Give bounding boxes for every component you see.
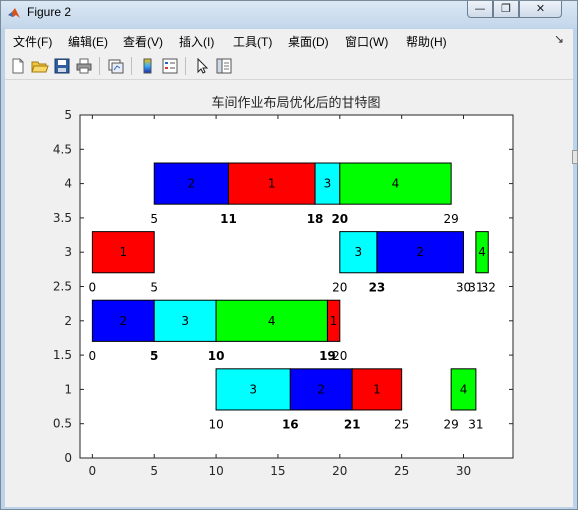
chart-title: 车间作业布局优化后的甘特图 xyxy=(211,95,380,111)
y-tick-label: 3.5 xyxy=(53,211,72,225)
task-bar-label: 4 xyxy=(478,245,486,259)
window-client-area: 文件(F) 编辑(E) 查看(V) 插入(I) 工具(T) 桌面(D) 窗口(W… xyxy=(5,29,573,507)
task-bar-label: 1 xyxy=(373,382,381,396)
time-label: 0 xyxy=(89,349,97,363)
task-bar-label: 2 xyxy=(119,314,127,328)
save-icon[interactable] xyxy=(53,57,71,75)
task-bar-label: 3 xyxy=(249,382,257,396)
pointer-icon[interactable] xyxy=(193,57,211,75)
print-icon[interactable] xyxy=(75,57,93,75)
time-label: 5 xyxy=(150,349,158,363)
y-tick-label: 0.5 xyxy=(53,417,72,431)
time-label: 5 xyxy=(150,212,158,226)
task-bar-label: 1 xyxy=(330,314,338,328)
window-title: Figure 2 xyxy=(27,5,72,19)
y-tick-label: 4.5 xyxy=(53,142,72,156)
x-tick-label: 10 xyxy=(208,464,223,478)
x-tick-label: 20 xyxy=(332,464,347,478)
y-tick-label: 3 xyxy=(64,245,72,259)
time-label: 20 xyxy=(332,281,347,295)
task-bar-label: 2 xyxy=(188,177,196,191)
task-bar-label: 4 xyxy=(392,177,400,191)
right-edge-scroll-handle[interactable] xyxy=(572,150,578,164)
menu-bar: 文件(F) 编辑(E) 查看(V) 插入(I) 工具(T) 桌面(D) 窗口(W… xyxy=(5,29,573,51)
menu-window[interactable]: 窗口(W) xyxy=(345,33,388,50)
close-button[interactable]: ✕ xyxy=(519,1,562,18)
time-label: 18 xyxy=(307,212,324,226)
colorbar-icon[interactable] xyxy=(139,57,157,75)
y-tick-label: 5 xyxy=(64,108,72,122)
menu-tools[interactable]: 工具(T) xyxy=(233,33,272,50)
y-tick-label: 1 xyxy=(64,382,72,396)
time-label: 20 xyxy=(331,212,348,226)
time-label: 10 xyxy=(208,349,225,363)
time-label: 32 xyxy=(481,281,496,295)
task-bar-label: 3 xyxy=(181,314,189,328)
task-bar-label: 1 xyxy=(268,177,276,191)
menubar-overflow-arrow-icon[interactable]: ↘ xyxy=(554,32,564,46)
maximize-button[interactable]: ❐ xyxy=(493,1,519,18)
x-tick-label: 25 xyxy=(394,464,409,478)
toolbar-separator xyxy=(131,57,132,75)
gantt-chart: 车间作业布局优化后的甘特图 00.511.522.533.544.55 0 5 10… xyxy=(53,95,514,478)
time-label: 25 xyxy=(394,418,409,432)
menu-desktop[interactable]: 桌面(D) xyxy=(288,33,329,50)
x-tick-label: 5 xyxy=(150,464,158,478)
menu-edit[interactable]: 编辑(E) xyxy=(68,33,108,50)
y-tick-label: 4 xyxy=(64,177,72,191)
time-label: 29 xyxy=(444,418,459,432)
task-bar-label: 1 xyxy=(119,245,127,259)
task-bar-label: 2 xyxy=(416,245,424,259)
y-tick-label: 1.5 xyxy=(53,348,72,362)
menu-help[interactable]: 帮助(H) xyxy=(406,33,447,50)
x-tick-label: 0 xyxy=(89,464,97,478)
figure-canvas: 车间作业布局优化后的甘特图 0 0.5 1 1.5 2 2.5 3 3.5 4 4.5 5 0 5 10… xyxy=(5,81,573,505)
title-bar[interactable]: Figure 2 — ❐ ✕ xyxy=(1,1,577,28)
legend-icon[interactable] xyxy=(161,57,179,75)
task-bar-label: 3 xyxy=(324,177,332,191)
toolbar-separator xyxy=(99,57,100,75)
time-label: 20 xyxy=(332,349,347,363)
task-bar-label: 4 xyxy=(460,382,468,396)
time-label: 29 xyxy=(444,212,459,226)
link-plot-icon[interactable] xyxy=(107,57,125,75)
figure-toolbar xyxy=(5,53,573,80)
task-bar-label: 4 xyxy=(268,314,276,328)
task-bar-label: 2 xyxy=(317,382,325,396)
time-label: 23 xyxy=(369,281,386,295)
matlab-logo-icon xyxy=(8,8,20,18)
new-figure-icon[interactable] xyxy=(9,57,27,75)
open-file-icon[interactable] xyxy=(31,57,49,75)
property-editor-icon[interactable] xyxy=(215,57,233,75)
x-tick-label: 15 xyxy=(270,464,285,478)
time-label: 10 xyxy=(208,418,223,432)
figure-window: Figure 2 — ❐ ✕ 文件(F) 编辑(E) 查看(V) 插入(I) 工… xyxy=(0,0,578,510)
time-label: 11 xyxy=(220,212,237,226)
task-bar-label: 3 xyxy=(355,245,363,259)
menu-view[interactable]: 查看(V) xyxy=(123,33,163,50)
y-tick-label: 2.5 xyxy=(53,280,72,294)
y-tick-label: 2 xyxy=(64,314,72,328)
x-tick-label: 30 xyxy=(456,464,471,478)
time-label: 31 xyxy=(468,418,483,432)
toolbar-separator xyxy=(185,57,186,75)
time-label: 5 xyxy=(150,281,158,295)
time-label: 16 xyxy=(282,418,299,432)
menu-insert[interactable]: 插入(I) xyxy=(179,33,214,50)
menu-file[interactable]: 文件(F) xyxy=(13,33,52,50)
minimize-button[interactable]: — xyxy=(467,1,493,18)
time-label: 0 xyxy=(89,281,97,295)
y-tick-label: 0 xyxy=(64,451,72,465)
time-label: 21 xyxy=(344,418,361,432)
